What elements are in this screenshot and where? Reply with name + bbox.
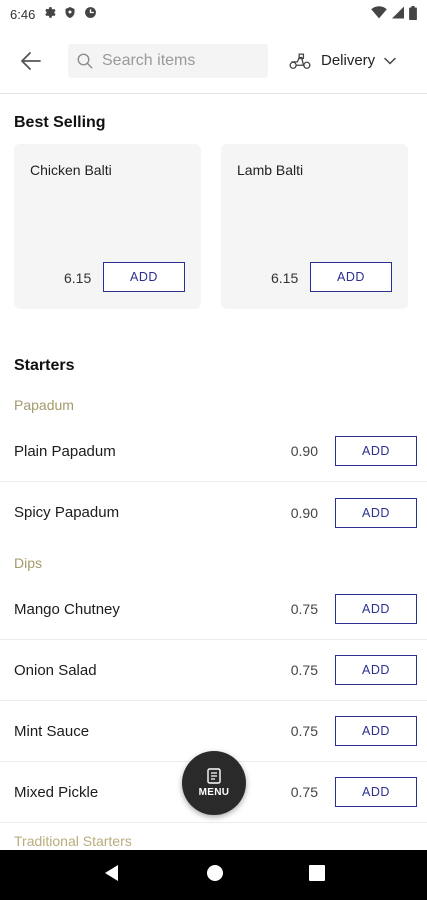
back-button[interactable] — [14, 44, 48, 78]
scooter-icon — [289, 52, 311, 69]
best-selling-cards: Chicken Balti 6.15 ADD Lamb Balti 6.15 A… — [0, 144, 427, 309]
shield-icon — [64, 6, 76, 22]
add-button[interactable]: ADD — [335, 655, 417, 685]
add-button[interactable]: ADD — [103, 262, 185, 292]
add-button[interactable]: ADD — [335, 497, 417, 528]
menu-fab-label: MENU — [198, 787, 230, 798]
best-selling-title: Best Selling — [14, 114, 106, 131]
search-input[interactable] — [102, 51, 252, 70]
status-time: 6:46 — [10, 6, 36, 22]
category-heading-dips: Dips — [14, 555, 43, 571]
add-button[interactable]: ADD — [335, 436, 417, 466]
product-card-name: Chicken Balti — [30, 162, 112, 178]
item-name: Onion Salad — [14, 661, 97, 679]
gear-icon — [43, 6, 56, 22]
menu-item-row[interactable]: Onion Salad 0.75 ADD — [0, 640, 427, 701]
nav-back-icon[interactable] — [103, 864, 121, 887]
starters-title: Starters — [14, 357, 75, 374]
wifi-icon — [371, 6, 387, 22]
product-card[interactable]: Lamb Balti 6.15 ADD — [221, 144, 408, 309]
category-heading-papadum: Papadum — [14, 397, 74, 413]
item-price: 0.75 — [290, 662, 318, 678]
menu-item-row[interactable]: Mango Chutney 0.75 ADD — [0, 579, 427, 640]
arrow-left-icon — [21, 51, 41, 70]
product-card-name: Lamb Balti — [237, 162, 304, 178]
data-saver-icon — [84, 6, 97, 22]
item-list-papadum: Plain Papadum 0.90 ADD Spicy Papadum 0.9… — [0, 421, 427, 543]
app-bar: Delivery — [0, 28, 427, 94]
delivery-label: Delivery — [321, 52, 376, 69]
item-price: 0.90 — [290, 443, 318, 459]
menu-content[interactable]: Best Selling Chicken Balti 6.15 ADD Lamb… — [0, 95, 427, 850]
menu-item-row[interactable]: Spicy Papadum 0.90 ADD — [0, 482, 427, 543]
product-card[interactable]: Chicken Balti 6.15 ADD — [14, 144, 201, 309]
battery-icon — [409, 5, 417, 23]
status-right — [371, 5, 417, 23]
item-name: Plain Papadum — [14, 442, 116, 460]
menu-fab-button[interactable]: MENU — [182, 751, 246, 815]
add-button[interactable]: ADD — [335, 777, 417, 807]
product-card-price: 6.15 — [271, 270, 299, 286]
add-button[interactable]: ADD — [310, 262, 392, 292]
item-price: 0.90 — [290, 504, 318, 521]
chevron-down-icon — [384, 57, 396, 65]
item-name: Mint Sauce — [14, 722, 90, 740]
item-price: 0.75 — [290, 601, 318, 617]
add-button[interactable]: ADD — [335, 594, 417, 624]
nav-home-icon[interactable] — [206, 864, 224, 887]
product-card-price: 6.15 — [64, 270, 92, 286]
item-name: Mixed Pickle — [14, 783, 99, 801]
system-nav-bar — [0, 850, 427, 900]
menu-document-icon — [207, 768, 221, 784]
item-name: Mango Chutney — [14, 600, 120, 618]
item-price: 0.75 — [290, 784, 318, 800]
item-name: Spicy Papadum — [14, 504, 120, 521]
delivery-selector[interactable]: Delivery — [288, 51, 396, 71]
search-box[interactable] — [68, 43, 268, 78]
search-icon — [77, 53, 93, 68]
status-left: 6:46 — [10, 6, 97, 22]
add-button[interactable]: ADD — [335, 716, 417, 746]
item-price: 0.75 — [290, 723, 318, 739]
signal-icon — [392, 6, 404, 22]
menu-item-row[interactable]: Plain Papadum 0.90 ADD — [0, 421, 427, 482]
status-bar: 6:46 — [0, 0, 427, 28]
nav-recents-icon[interactable] — [308, 864, 325, 886]
category-heading-traditional-starters: Traditional Starters — [14, 833, 132, 849]
